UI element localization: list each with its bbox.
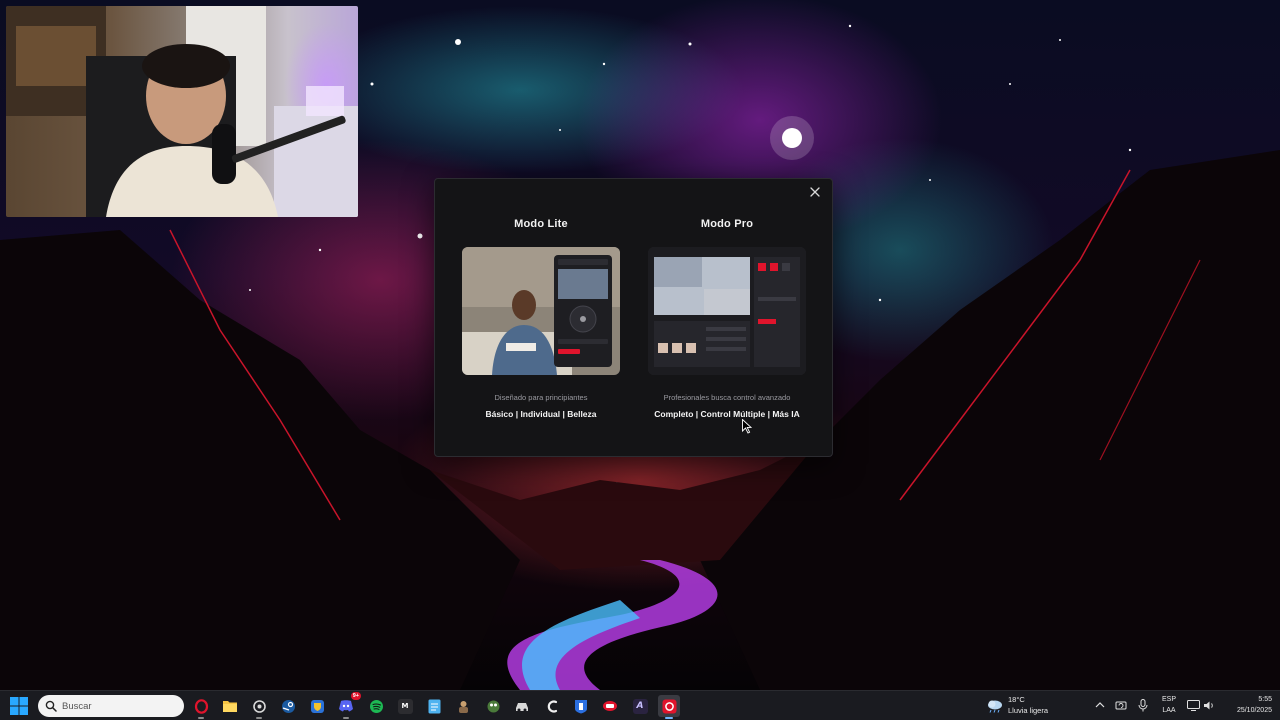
mode-lite-description: Diseñado para principiantes — [494, 393, 588, 402]
webcam-overlay — [6, 6, 358, 217]
bitwarden-icon[interactable] — [306, 695, 328, 717]
app-icon[interactable] — [658, 695, 680, 719]
file-explorer-icon[interactable] — [219, 695, 241, 717]
language-code: ESP — [1161, 696, 1176, 703]
clock-date: 25/10/2025 — [1236, 707, 1272, 714]
app-icon[interactable]: M — [394, 695, 416, 717]
weather-temperature: 18°C — [1008, 695, 1025, 704]
app-icon[interactable] — [541, 695, 563, 717]
mode-pro-title: Modo Pro — [700, 218, 754, 230]
app-icon[interactable] — [452, 695, 474, 717]
tray-chevron-up-icon[interactable] — [1093, 698, 1107, 712]
app-icon[interactable] — [511, 695, 533, 717]
mode-pro-option[interactable]: Modo Pro Profesionales busca control ava… — [637, 179, 817, 458]
clock-time: 5:55 — [1258, 696, 1272, 703]
webcam-feed — [6, 6, 358, 217]
mode-lite-option[interactable]: Modo Lite Diseñado para principiantes Bá… — [451, 179, 631, 458]
system-clock[interactable]: 5:55 25/10/2025 — [1222, 694, 1272, 716]
taskbar-search[interactable] — [38, 695, 184, 717]
mode-lite-tags: Básico | Individual | Belleza — [485, 409, 597, 419]
keyboard-layout: LAA — [1162, 707, 1176, 714]
search-input[interactable] — [62, 698, 178, 714]
mode-pro-tags: Completo | Control Múltiple | Más IA — [654, 409, 800, 419]
volume-icon[interactable] — [1202, 698, 1216, 712]
search-icon — [45, 700, 57, 712]
weather-condition: Lluvia ligera — [1008, 706, 1049, 715]
discord-badge: 9+ — [350, 692, 361, 700]
network-icon[interactable] — [1186, 698, 1200, 712]
opera-gx-icon[interactable] — [190, 695, 212, 719]
mouse-cursor-icon — [742, 419, 752, 434]
notepad-icon[interactable] — [423, 695, 445, 717]
mode-pro-description: Profesionales busca control avanzado — [663, 393, 791, 402]
weather-widget[interactable]: 18°C Lluvia ligera — [986, 694, 1066, 718]
app-icon[interactable]: A — [629, 695, 651, 717]
app-icon[interactable] — [599, 695, 621, 717]
app-icon[interactable] — [570, 695, 592, 717]
windows-start-icon[interactable] — [10, 697, 28, 715]
spotify-icon[interactable] — [365, 695, 387, 717]
language-indicator[interactable]: ESP LAA — [1158, 694, 1180, 716]
app-icon[interactable] — [482, 695, 504, 717]
mode-select-dialog: Modo Lite Diseñado para principiantes Bá… — [434, 178, 833, 457]
discord-icon[interactable]: 9+ — [335, 692, 361, 719]
taskbar: 9+ M A 18°C Lluvia ligera — [0, 690, 1280, 720]
sync-icon[interactable] — [1114, 698, 1128, 712]
chatgpt-icon[interactable] — [248, 695, 270, 719]
cloud-rain-icon — [988, 700, 1002, 713]
mode-lite-title: Modo Lite — [514, 218, 568, 230]
steam-icon[interactable] — [277, 695, 299, 717]
mode-lite-preview-image — [462, 247, 620, 375]
microphone-icon[interactable] — [1136, 698, 1150, 712]
mode-pro-preview-image — [648, 247, 806, 375]
